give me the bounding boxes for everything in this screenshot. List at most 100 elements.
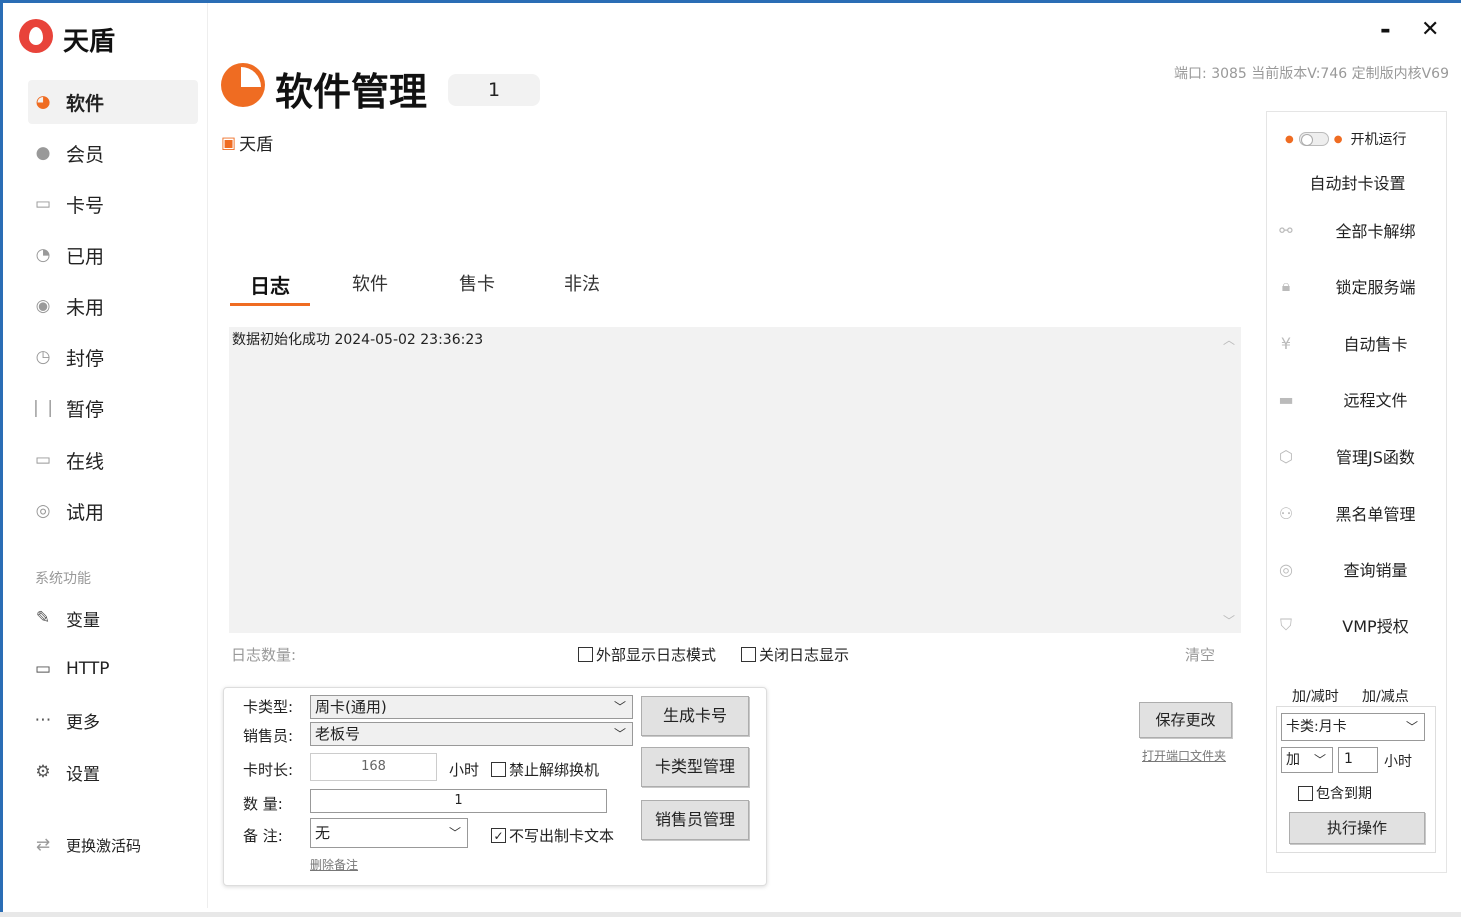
calendar-icon: ▣ — [221, 133, 237, 152]
sidebar-item-settings[interactable]: ⚙ 设置 — [28, 750, 198, 794]
sidebar-item-software[interactable]: ◕ 软件 — [28, 80, 198, 124]
sidebar-item-cards[interactable]: ▭ 卡号 — [28, 182, 198, 226]
close-log-display-checkbox[interactable]: 关闭日志显示 — [741, 644, 849, 665]
toggle-switch[interactable] — [1298, 132, 1329, 146]
unbind-all-cards-button[interactable]: ⚯ 全部卡解绑 — [1275, 218, 1440, 242]
tab-add-sub-time[interactable]: 加/减时 — [1292, 686, 1339, 706]
manage-js-functions-button[interactable]: ⬡ 管理JS函数 — [1275, 444, 1440, 468]
sidebar-item-members[interactable]: ● 会员 — [28, 131, 198, 175]
clear-log-button[interactable]: 清空 — [1185, 644, 1215, 665]
tab-illegal[interactable]: 非法 — [552, 270, 612, 306]
sidebar-item-online[interactable]: ▭ 在线 — [28, 438, 198, 482]
search-icon: ◎ — [1279, 559, 1293, 579]
change-activation-code[interactable]: ⇄ 更换激活码 — [28, 823, 198, 867]
include-expired-checkbox[interactable]: 包含到期 — [1298, 783, 1372, 803]
duration-unit: 小时 — [449, 761, 480, 779]
sidebar-item-label: 试用 — [66, 501, 105, 524]
version-info: 端口: 3085 当前版本V:746 定制版内核V69 — [1174, 66, 1449, 82]
sidebar-item-label: 变量 — [66, 610, 100, 631]
remote-file-button[interactable]: ▬ 远程文件 — [1275, 387, 1440, 411]
edit-icon: ✎ — [35, 608, 51, 628]
forbid-unbind-checkbox[interactable]: 禁止解绑换机 — [491, 759, 599, 780]
sidebar-item-variables[interactable]: ✎ 变量 — [28, 596, 198, 640]
menu-item-label: 查询销量 — [1343, 561, 1408, 580]
duration-input[interactable]: 168 — [310, 753, 437, 781]
checkbox-box — [1298, 785, 1313, 801]
sidebar-item-label: 软件 — [66, 92, 105, 115]
close-button[interactable]: ✕ — [1421, 17, 1439, 42]
tab-log[interactable]: 日志 — [230, 270, 310, 306]
note-select[interactable]: 无 ﹀ — [310, 818, 468, 848]
tab-software[interactable]: 软件 — [340, 270, 400, 306]
sidebar-item-paused[interactable]: ❘❘ 暂停 — [28, 386, 198, 430]
quantity-input[interactable]: 1 — [310, 789, 607, 813]
amount-input[interactable]: 1 — [1338, 747, 1378, 773]
tab-sell-card[interactable]: 售卡 — [447, 270, 507, 306]
card-class-value: 卡类:月卡 — [1286, 719, 1347, 735]
lock-server-button[interactable]: 🔒︎ 锁定服务端 — [1275, 274, 1440, 298]
log-count-label: 日志数量: — [231, 646, 297, 664]
card-icon: ▭ — [34, 194, 52, 214]
operation-select[interactable]: 加 ﹀ — [1281, 747, 1333, 773]
log-area[interactable]: 数据初始化成功 2024-05-02 23:36:23 ︿ ﹀ — [229, 327, 1241, 633]
auto-ban-settings-button[interactable]: 自动封卡设置 — [1275, 170, 1440, 194]
window-bottom-edge — [0, 912, 1461, 917]
js-icon: ⬡ — [1279, 446, 1293, 466]
clock-used-icon: ◔ — [35, 245, 51, 265]
execute-operation-button[interactable]: 执行操作 — [1289, 812, 1425, 844]
sidebar-item-more[interactable]: ⋯ 更多 — [28, 698, 198, 742]
chevron-down-icon: ﹀ — [448, 826, 461, 840]
sidebar-item-label: 更多 — [66, 712, 100, 733]
scroll-down-icon[interactable]: ﹀ — [1223, 612, 1235, 629]
checkbox-box — [491, 762, 506, 777]
note-value: 无 — [315, 824, 331, 842]
sidebar-item-trial[interactable]: ◎ 试用 — [28, 489, 198, 533]
radio-icon: ◉ — [35, 296, 51, 316]
sidebar-item-http[interactable]: ▭ HTTP — [28, 647, 198, 691]
scroll-up-icon[interactable]: ︿ — [1223, 331, 1235, 348]
seller-select[interactable]: 老板号 ﹀ — [310, 722, 633, 746]
open-port-folder-link[interactable]: 打开端口文件夹 — [1142, 747, 1226, 764]
card-type-manage-button[interactable]: 卡类型管理 — [641, 747, 749, 787]
sidebar-item-unused[interactable]: ◉ 未用 — [28, 284, 198, 328]
user-ban-icon: ⚇ — [1278, 503, 1294, 523]
sidebar-item-label: 未用 — [66, 296, 105, 319]
current-software[interactable]: ▣ 天盾 — [221, 130, 273, 155]
tab-add-sub-point[interactable]: 加/减点 — [1362, 686, 1409, 706]
checkbox-label: 包含到期 — [1316, 786, 1372, 802]
checkbox-box — [741, 647, 756, 662]
sidebar-item-used[interactable]: ◔ 已用 — [28, 233, 198, 277]
menu-item-label: VMP授权 — [1342, 617, 1409, 636]
sidebar-item-label: 封停 — [66, 347, 105, 370]
seller-manage-button[interactable]: 销售员管理 — [641, 800, 749, 840]
trial-icon: ◎ — [35, 501, 51, 521]
menu-item-label: 管理JS函数 — [1336, 448, 1415, 467]
external-log-mode-checkbox[interactable]: 外部显示日志模式 — [578, 644, 716, 665]
autostart-label: 开机运行 — [1350, 132, 1407, 148]
blacklist-manage-button[interactable]: ⚇ 黑名单管理 — [1275, 501, 1440, 525]
query-sales-button[interactable]: ◎ 查询销量 — [1275, 557, 1440, 581]
checkbox-label: 关闭日志显示 — [759, 646, 850, 664]
save-changes-button[interactable]: 保存更改 — [1139, 702, 1232, 738]
card-type-select[interactable]: 周卡(通用) ﹀ — [310, 695, 633, 719]
section-title-system: 系统功能 — [35, 571, 91, 587]
menu-item-label: 远程文件 — [1343, 391, 1408, 410]
autostart-toggle[interactable]: ● ● 开机运行 — [1275, 129, 1440, 149]
software-count-badge: 1 — [448, 74, 540, 106]
auto-sell-card-button[interactable]: ¥ 自动售卡 — [1275, 331, 1440, 355]
generate-card-button[interactable]: 生成卡号 — [641, 696, 749, 736]
sidebar-item-banned[interactable]: ◷ 封停 — [28, 335, 198, 379]
app-window: 天盾 - ✕ ◕ 软件 ● 会员 ▭ 卡号 ◔ 已用 ◉ 未用 ◷ 封停 ❘❘ … — [0, 0, 1461, 917]
chevron-down-icon: ﹀ — [1313, 753, 1326, 767]
vmp-authorization-button[interactable]: ⛉ VMP授权 — [1275, 613, 1440, 637]
chevron-down-icon: ﹀ — [613, 700, 626, 714]
card-type-value: 周卡(通用) — [315, 698, 387, 716]
no-write-card-text-checkbox[interactable]: ✓ 不写出制卡文本 — [491, 825, 614, 846]
card-class-select[interactable]: 卡类:月卡 ﹀ — [1281, 713, 1425, 741]
delete-note-link[interactable]: 删除备注 — [310, 856, 358, 873]
crown-icon: ● — [35, 143, 51, 163]
minimize-button[interactable]: - — [1380, 15, 1391, 45]
software-name: 天盾 — [239, 135, 274, 155]
sidebar-item-label: 设置 — [66, 764, 100, 785]
shield-icon: ⛉ — [1279, 615, 1292, 634]
